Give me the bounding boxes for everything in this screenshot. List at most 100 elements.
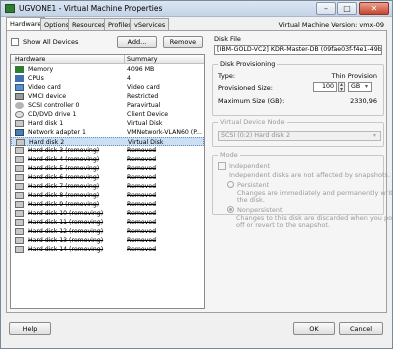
hardware-row-summary: Virtual Disk: [127, 120, 163, 127]
hard-disk-icon: [15, 165, 24, 172]
minimize-button[interactable]: –: [316, 2, 336, 15]
persistent-radio[interactable]: [227, 181, 234, 188]
memory-icon: [15, 66, 24, 73]
hardware-row-name: Hard disk 13 (removing): [28, 237, 104, 244]
hardware-row-hard-disk-9[interactable]: Hard disk 9 (removing) Removed: [11, 200, 204, 209]
stepper-down-icon[interactable]: ▾: [340, 86, 343, 93]
column-header-summary[interactable]: Summary: [127, 56, 157, 63]
hardware-row-summary: 4: [127, 75, 131, 82]
hardware-row-summary: Paravirtual: [127, 102, 161, 109]
close-button[interactable]: ✕: [359, 2, 389, 15]
hardware-row-name: VMCI device: [28, 93, 67, 100]
title-bar[interactable]: UGVONE1 - Virtual Machine Properties – □…: [1, 1, 392, 17]
hardware-row-summary: Removed: [127, 183, 157, 190]
vmci-icon: [15, 93, 24, 100]
hardware-row-name: Network adapter 1: [28, 129, 86, 136]
hardware-row-summary: Removed: [127, 147, 157, 154]
hardware-row-memory[interactable]: Memory 4096 MB: [11, 65, 204, 74]
hardware-row-hard-disk-13[interactable]: Hard disk 13 (removing) Removed: [11, 236, 204, 245]
hardware-row-summary: Removed: [127, 237, 157, 244]
remove-button[interactable]: Remove: [163, 36, 203, 48]
hard-disk-icon: [15, 201, 24, 208]
nonpersistent-radio[interactable]: [227, 206, 234, 213]
properties-window: UGVONE1 - Virtual Machine Properties – □…: [0, 0, 393, 349]
hardware-row-name: SCSI controller 0: [28, 102, 80, 109]
hardware-row-hard-disk-4[interactable]: Hard disk 4 (removing) Removed: [11, 155, 204, 164]
hardware-row-hard-disk-7[interactable]: Hard disk 7 (removing) Removed: [11, 182, 204, 191]
hard-disk-icon: [15, 147, 24, 154]
hardware-row-hard-disk-1[interactable]: Hard disk 1 Virtual Disk: [11, 119, 204, 128]
hardware-row-vmci-device[interactable]: VMCI device Restricted: [11, 92, 204, 101]
hardware-row-name: Hard disk 14 (removing): [28, 246, 104, 253]
hardware-row-hard-disk-3[interactable]: Hard disk 3 (removing) Removed: [11, 146, 204, 155]
hardware-row-hard-disk-2[interactable]: Hard disk 2 Virtual Disk: [11, 137, 204, 146]
hardware-row-hard-disk-10[interactable]: Hard disk 10 (removing) Removed: [11, 209, 204, 218]
hard-disk-icon: [15, 120, 24, 127]
hard-disk-icon: [15, 192, 24, 199]
unit-dropdown-chevron-icon[interactable]: ▾: [365, 83, 368, 90]
device-node-chevron-icon: ▾: [373, 132, 377, 139]
virtual-device-node-select[interactable]: SCSI (0:2) Hard disk 2: [218, 131, 381, 141]
show-all-devices-label: Show All Devices: [23, 38, 79, 46]
hardware-row-summary: Removed: [127, 201, 157, 208]
hardware-row-hard-disk-12[interactable]: Hard disk 12 (removing) Removed: [11, 227, 204, 236]
cancel-button[interactable]: Cancel: [339, 322, 383, 335]
hardware-row-name: Hard disk 12 (removing): [28, 228, 104, 235]
disk-provisioning-label: Disk Provisioning: [218, 60, 278, 68]
tab-vservices[interactable]: vServices: [130, 18, 170, 30]
hardware-row-scsi-controller[interactable]: SCSI controller 0 Paravirtual: [11, 101, 204, 110]
hardware-row-hard-disk-5[interactable]: Hard disk 5 (removing) Removed: [11, 164, 204, 173]
virtual-device-node-group: Virtual Device Node SCSI (0:2) Hard disk…: [212, 118, 384, 147]
hardware-row-summary: Removed: [127, 174, 157, 181]
size-stepper[interactable]: ▴ ▾: [338, 81, 345, 93]
hardware-row-name: Hard disk 11 (removing): [28, 219, 104, 226]
help-button[interactable]: Help: [9, 322, 51, 335]
hardware-row-summary: Client Device: [127, 111, 169, 118]
hard-disk-icon: [15, 219, 24, 226]
add-button[interactable]: Add...: [117, 36, 157, 48]
network-adapter-icon: [15, 129, 24, 136]
provisioned-size-label: Provisioned Size:: [218, 84, 273, 92]
hardware-list[interactable]: Hardware Summary Memory 4096 MB CPUs 4 V…: [10, 54, 205, 309]
maximize-button[interactable]: □: [337, 2, 357, 15]
size-unit-select[interactable]: GB: [348, 82, 372, 92]
hardware-row-network-adapter[interactable]: Network adapter 1 VMNetwork-VLAN60 (P...: [11, 128, 204, 137]
hardware-row-name: Hard disk 7 (removing): [28, 183, 100, 190]
show-all-devices-checkbox[interactable]: [11, 38, 19, 46]
provisioned-size-input[interactable]: 100: [313, 82, 337, 92]
column-header-hardware[interactable]: Hardware: [15, 56, 45, 63]
hardware-row-summary: Removed: [127, 156, 157, 163]
hard-disk-icon: [16, 139, 25, 146]
hardware-list-header: Hardware Summary: [11, 55, 204, 64]
disk-file-field[interactable]: [IBM-GOLD-VC2] KDR-Master-DB (09fae03f-f…: [214, 45, 382, 55]
hard-disk-icon: [15, 246, 24, 253]
hardware-row-name: Hard disk 5 (removing): [28, 165, 100, 172]
hardware-row-hard-disk-14[interactable]: Hard disk 14 (removing) Removed: [11, 245, 204, 254]
hardware-row-cpus[interactable]: CPUs 4: [11, 74, 204, 83]
hardware-row-summary: Removed: [127, 246, 157, 253]
hardware-row-cd-dvd-drive[interactable]: CD/DVD drive 1 Client Device: [11, 110, 204, 119]
independent-checkbox[interactable]: [218, 162, 226, 170]
hardware-row-name: Hard disk 1: [28, 120, 64, 127]
hardware-row-video-card[interactable]: Video card Video card: [11, 83, 204, 92]
maximum-size-value: 2330,96: [350, 97, 377, 105]
hardware-row-summary: Virtual Disk: [128, 139, 164, 146]
hardware-row-hard-disk-8[interactable]: Hard disk 8 (removing) Removed: [11, 191, 204, 200]
hard-disk-icon: [15, 174, 24, 181]
ok-button[interactable]: OK: [293, 322, 335, 335]
hardware-row-summary: Removed: [127, 192, 157, 199]
mode-group: Mode Independent Independent disks are n…: [212, 151, 393, 215]
independent-description: Independent disks are not affected by sn…: [229, 171, 391, 179]
hardware-row-name: Hard disk 9 (removing): [28, 201, 100, 208]
nonpersistent-description-line2: off or revert to the snapshot.: [236, 221, 330, 229]
hardware-row-summary: Removed: [127, 219, 157, 226]
hard-disk-icon: [15, 228, 24, 235]
hardware-row-summary: Restricted: [127, 93, 159, 100]
type-label: Type:: [218, 72, 236, 80]
hardware-row-hard-disk-11[interactable]: Hard disk 11 (removing) Removed: [11, 218, 204, 227]
hardware-row-hard-disk-6[interactable]: Hard disk 6 (removing) Removed: [11, 173, 204, 182]
hardware-row-name: Video card: [28, 84, 61, 91]
hardware-row-name: Hard disk 4 (removing): [28, 156, 100, 163]
hardware-row-name: Hard disk 2: [29, 139, 65, 146]
hard-disk-icon: [15, 237, 24, 244]
